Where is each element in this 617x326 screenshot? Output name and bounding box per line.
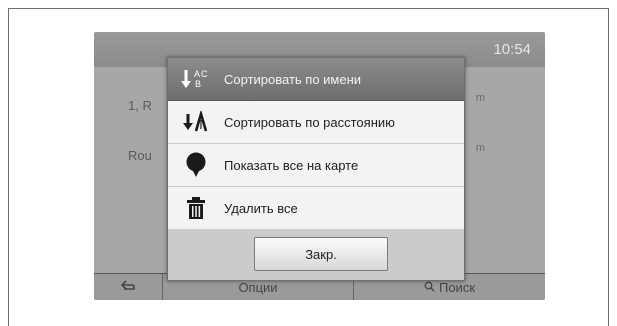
menu-item-delete-all[interactable]: Удалить все [168,187,464,230]
sort-az-icon: A C B [168,67,224,91]
trash-icon [168,197,224,219]
menu-item-show-all-on-map[interactable]: Показать все на карте [168,144,464,187]
list-item[interactable]: 1, R [128,98,152,113]
map-pin-icon [168,152,224,178]
menu-item-label: Удалить все [224,200,298,216]
list-item-distance: m [475,142,485,154]
magnifier-icon [424,280,435,295]
list-item[interactable]: Rou [128,148,152,163]
svg-text:A: A [194,69,200,79]
menu-item-label: Сортировать по расстоянию [224,114,395,130]
menu-item-label: Показать все на карте [224,157,359,173]
menu-item-sort-by-distance[interactable]: Сортировать по расстоянию [168,101,464,144]
menu-item-label: Сортировать по имени [224,71,362,87]
list-item-label: 1, R [128,98,152,113]
menu-item-sort-by-name[interactable]: A C B Сортировать по имени [168,58,464,101]
clock: 10:54 [493,41,531,58]
list-item-label: Rou [128,148,152,163]
options-label: Опции [238,279,278,295]
svg-text:B: B [195,79,201,89]
search-label: Поиск [438,279,476,295]
back-arrow-icon [120,279,136,295]
options-popup: A C B Сортировать по имени Сортировать п… [167,57,465,281]
back-button[interactable] [94,274,163,300]
sort-distance-icon [168,111,224,133]
close-button[interactable]: Закр. [254,237,388,271]
svg-text:C: C [201,69,208,79]
popup-footer: Закр. [168,230,464,280]
list-item-distance: m [475,92,485,104]
